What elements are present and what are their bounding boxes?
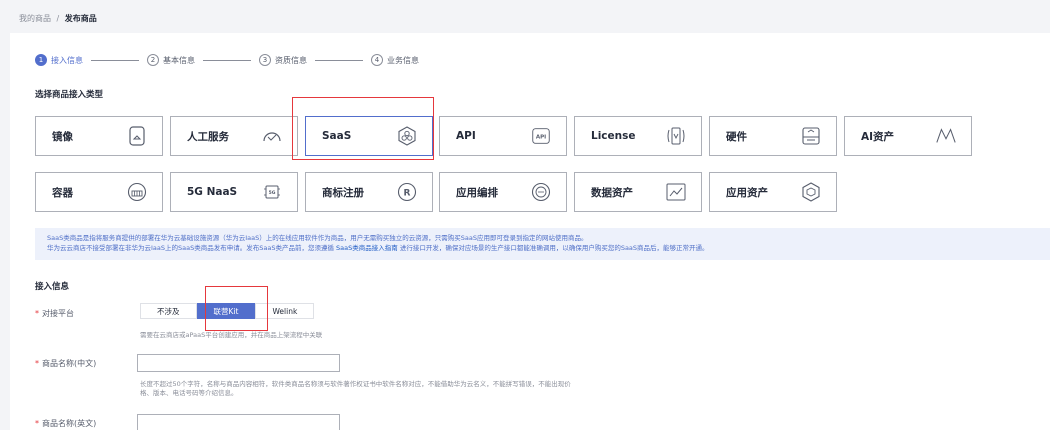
type-card-service[interactable]: 人工服务: [170, 116, 298, 156]
step-number: 4: [371, 54, 383, 66]
data-asset-icon: [665, 181, 687, 203]
svg-text:API: API: [536, 135, 546, 141]
svg-text:R: R: [404, 189, 411, 199]
svg-text:5G: 5G: [269, 190, 276, 196]
api-icon: API: [530, 125, 552, 147]
card-label: 容器: [52, 186, 73, 199]
platform-hint: 需要在云商店或aPaaS平台创建应用，并在商品上架流程中关联: [140, 331, 323, 339]
name-en-label-text: 商品名称(英文): [42, 419, 97, 428]
notice-line-2: 华为云云商店不接受部署在非华为云IaaS上的SaaS类商品发布申请。发布SaaS…: [47, 243, 1038, 253]
card-label: AI资产: [861, 130, 895, 143]
card-label: 人工服务: [187, 130, 229, 143]
card-label: 5G NaaS: [187, 186, 238, 198]
5g-icon: 5G: [261, 181, 283, 203]
card-label: 应用编排: [456, 186, 498, 199]
page: 我的商品 / 发布商品 1 接入信息 2 基本信息 3 资质信息 4 业务信息 …: [0, 0, 1050, 430]
required-mark: *: [35, 359, 39, 368]
breadcrumb-current: 发布商品: [64, 14, 97, 23]
type-card-image[interactable]: 镜像: [35, 116, 163, 156]
trademark-icon: R: [396, 181, 418, 203]
image-icon: [126, 125, 148, 147]
step-number: 2: [147, 54, 159, 66]
notice-line-2-prefix: 华为云云商店不接受部署在非华为云IaaS上的SaaS类商品发布申请。发布SaaS…: [47, 244, 334, 252]
platform-label: * 对接平台: [35, 308, 74, 319]
platform-label-text: 对接平台: [42, 309, 74, 318]
type-card-orchestration[interactable]: 应用编排: [439, 172, 567, 212]
platform-option-welink[interactable]: Welink: [255, 303, 315, 319]
step-connector: [91, 59, 139, 61]
card-label: 镜像: [52, 130, 73, 143]
step-connector: [203, 59, 251, 61]
type-card-5g-naas[interactable]: 5G NaaS 5G: [170, 172, 298, 212]
product-name-en-input[interactable]: [137, 414, 340, 430]
type-card-ai-asset[interactable]: AI资产: [844, 116, 972, 156]
breadcrumb: 我的商品 / 发布商品: [19, 13, 97, 24]
type-card-app-asset[interactable]: 应用资产: [709, 172, 837, 212]
step-number: 3: [259, 54, 271, 66]
platform-selector: 不涉及 联营Kit Welink: [140, 303, 315, 319]
card-label: 数据资产: [591, 186, 633, 199]
type-card-license[interactable]: License: [574, 116, 702, 156]
type-card-api[interactable]: API API: [439, 116, 567, 156]
product-type-title: 选择商品接入类型: [35, 90, 104, 100]
type-card-data-asset[interactable]: 数据资产: [574, 172, 702, 212]
product-name-cn-input[interactable]: [137, 354, 340, 372]
type-card-hardware[interactable]: 硬件: [709, 116, 837, 156]
step-label: 资质信息: [275, 55, 307, 65]
card-label: SaaS: [322, 130, 352, 142]
name-cn-hint-1: 长度不超过50个字符，名称与商品内容相符，软件类商品名称须与软件著作权证书中软件…: [140, 380, 571, 388]
step-label: 接入信息: [51, 55, 83, 65]
name-en-label: * 商品名称(英文): [35, 418, 96, 429]
step-label: 基本信息: [163, 55, 195, 65]
notice-line-2-suffix: 进行接口开发，确保对应场景的生产接口都能准确调用，以确保用户购买您的SaaS商品…: [399, 244, 709, 252]
name-cn-hint-2: 格、版本、电话号码等介绍信息。: [140, 389, 238, 397]
card-label: License: [591, 130, 636, 142]
name-cn-label-text: 商品名称(中文): [42, 359, 97, 368]
breadcrumb-separator: /: [56, 14, 60, 23]
license-icon: [665, 125, 687, 147]
notice-line-1: SaaS类商品是指将服务商提供的部署在华为云基础设施资源（华为云IaaS）上的在…: [47, 234, 588, 242]
ai-asset-icon: [935, 125, 957, 147]
required-mark: *: [35, 309, 39, 318]
step-4: 4 业务信息: [371, 54, 419, 66]
type-card-trademark[interactable]: 商标注册 R: [305, 172, 433, 212]
platform-option-none[interactable]: 不涉及: [140, 303, 197, 319]
type-card-container[interactable]: 容器: [35, 172, 163, 212]
container-icon: [126, 181, 148, 203]
breadcrumb-parent[interactable]: 我的商品: [19, 14, 51, 23]
card-label: 商标注册: [322, 186, 364, 199]
saas-icon: [396, 125, 418, 147]
step-3: 3 资质信息: [259, 54, 307, 66]
card-label: API: [456, 130, 476, 142]
card-label: 硬件: [726, 130, 747, 143]
step-2: 2 基本信息: [147, 54, 195, 66]
service-icon: [261, 125, 283, 147]
card-label: 应用资产: [726, 186, 768, 199]
step-label: 业务信息: [387, 55, 419, 65]
step-connector: [315, 59, 363, 61]
required-mark: *: [35, 419, 39, 428]
name-cn-label: * 商品名称(中文): [35, 358, 96, 369]
step-number: 1: [35, 54, 47, 66]
access-info-title: 接入信息: [35, 282, 70, 292]
platform-option-kit[interactable]: 联营Kit: [196, 303, 256, 319]
type-card-saas[interactable]: SaaS: [305, 116, 433, 156]
saas-notice: SaaS类商品是指将服务商提供的部署在华为云基础设施资源（华为云IaaS）上的在…: [35, 228, 1050, 260]
step-1: 1 接入信息: [35, 54, 83, 66]
saas-access-guide-link[interactable]: SaaS类商品接入指南: [336, 244, 398, 252]
orchestration-icon: [530, 181, 552, 203]
hardware-icon: [800, 125, 822, 147]
app-asset-icon: [800, 181, 822, 203]
step-indicator: 1 接入信息 2 基本信息 3 资质信息 4 业务信息: [35, 54, 419, 66]
